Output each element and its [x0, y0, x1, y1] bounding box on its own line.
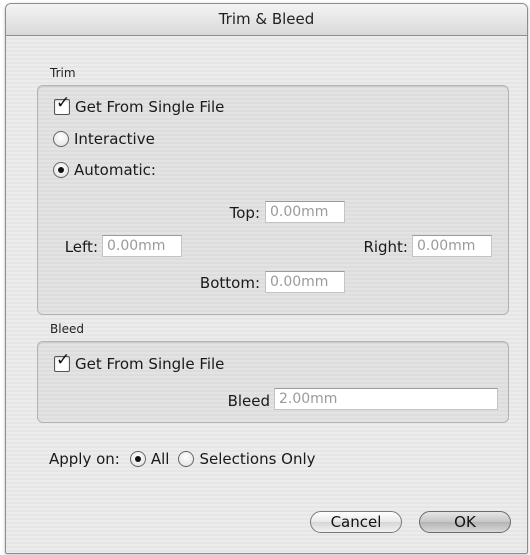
bleed-label: Bleed — [227, 392, 270, 410]
left-field[interactable]: 0.00mm — [102, 235, 182, 257]
apply-on-label: Apply on: — [49, 450, 120, 468]
bottom-field[interactable]: 0.00mm — [265, 271, 345, 293]
trim-automatic-radio[interactable]: Automatic: — [53, 161, 156, 179]
checkbox-box[interactable]: ✓ — [54, 352, 70, 372]
trim-interactive-label: Interactive — [74, 130, 155, 148]
apply-selections-only-label: Selections Only — [199, 450, 316, 468]
bleed-groupbox — [37, 341, 509, 423]
cancel-button[interactable]: Cancel — [310, 511, 402, 533]
trim-automatic-label: Automatic: — [74, 161, 156, 179]
apply-all-radio[interactable] — [129, 451, 146, 467]
left-label: Left: — [64, 238, 98, 256]
window-title: Trim & Bleed — [6, 4, 527, 36]
bleed-get-from-single-file-label: Get From Single File — [75, 355, 225, 373]
trim-get-from-single-file-checkbox[interactable]: ✓ Get From Single File — [54, 95, 225, 116]
radio-button-selected[interactable] — [53, 162, 69, 178]
top-label: Top: — [229, 204, 260, 222]
bottom-label: Bottom: — [199, 274, 260, 292]
checkbox-box[interactable]: ✓ — [54, 95, 70, 115]
right-label: Right: — [363, 238, 408, 256]
bleed-group-label: Bleed — [50, 322, 84, 336]
apply-on-row: Apply on: All Selections Only — [49, 450, 316, 468]
right-field[interactable]: 0.00mm — [412, 235, 492, 257]
bleed-field[interactable]: 2.00mm — [274, 388, 498, 410]
checkmark-icon: ✓ — [56, 93, 71, 113]
checkmark-icon: ✓ — [56, 350, 71, 370]
trim-bleed-dialog: Trim & Bleed Trim ✓ Get From Single File… — [5, 3, 528, 554]
top-field[interactable]: 0.00mm — [265, 201, 345, 223]
trim-interactive-radio[interactable]: Interactive — [53, 130, 155, 148]
trim-group-label: Trim — [50, 66, 76, 80]
bleed-get-from-single-file-checkbox[interactable]: ✓ Get From Single File — [54, 352, 225, 373]
apply-all-label: All — [150, 450, 170, 468]
radio-button[interactable] — [53, 131, 69, 147]
ok-button[interactable]: OK — [419, 511, 511, 533]
apply-selections-only-radio[interactable] — [178, 451, 195, 467]
trim-get-from-single-file-label: Get From Single File — [75, 98, 225, 116]
